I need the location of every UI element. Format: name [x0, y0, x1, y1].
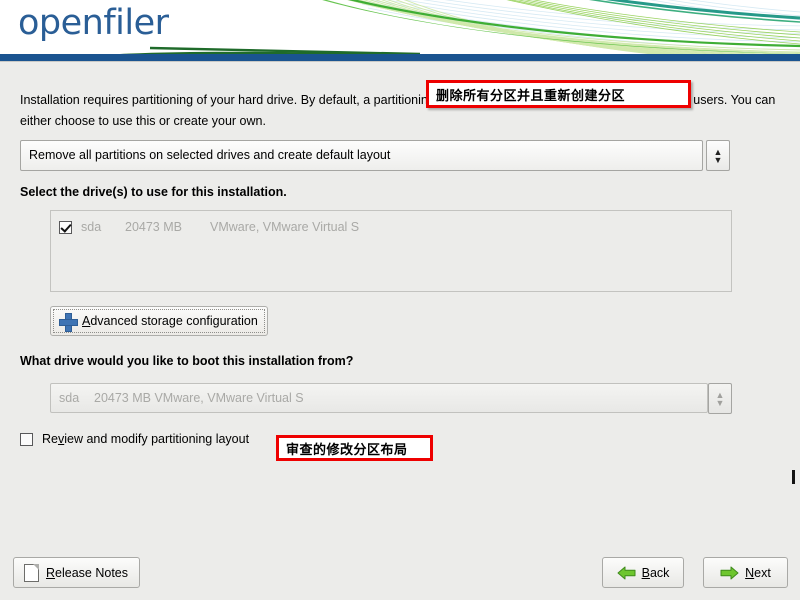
- partition-option-selected-label: Remove all partitions on selected drives…: [29, 148, 391, 162]
- next-label-rest: ext: [754, 565, 771, 580]
- drive-device: sda: [81, 220, 102, 234]
- back-label: Back: [642, 566, 670, 580]
- release-notes-mnemonic: R: [46, 565, 56, 580]
- boot-drive-combo[interactable]: sda 20473 MB VMware, VMware Virtual S: [50, 383, 708, 413]
- boot-section-title: What drive would you like to boot this i…: [20, 354, 354, 368]
- next-label: Next: [745, 566, 771, 580]
- next-button[interactable]: Next: [703, 557, 788, 588]
- arrow-right-icon: [720, 566, 739, 579]
- plus-icon: [59, 312, 78, 332]
- partition-option-row: Remove all partitions on selected drives…: [20, 140, 730, 171]
- release-notes-button[interactable]: Release Notes: [13, 557, 140, 588]
- drives-section-title: Select the drive(s) to use for this inst…: [20, 185, 287, 199]
- review-partitioning-row[interactable]: Review and modify partitioning layout: [20, 432, 249, 446]
- boot-drive-device: sda: [59, 391, 80, 405]
- advanced-storage-label-rest: dvanced storage configuration: [90, 314, 258, 328]
- advanced-storage-label: Advanced storage configuration: [82, 314, 258, 328]
- openfiler-logo: openfiler: [18, 3, 169, 43]
- review-partitioning-checkbox[interactable]: [20, 432, 33, 446]
- back-label-rest: ack: [649, 565, 670, 580]
- partition-option-combo[interactable]: Remove all partitions on selected drives…: [20, 140, 703, 171]
- drive-size: 20473 MB: [125, 220, 182, 234]
- review-label-rest: iew and modify partitioning layout: [64, 432, 250, 446]
- boot-drive-selected-label: sda 20473 MB VMware, VMware Virtual S: [59, 391, 304, 405]
- drive-model: VMware, VMware Virtual S: [210, 220, 360, 234]
- back-mnemonic: B: [641, 565, 650, 580]
- chevron-down-icon: ▼: [715, 397, 725, 408]
- back-button[interactable]: Back: [602, 557, 684, 588]
- boot-drive-row: sda 20473 MB VMware, VMware Virtual S ▲ ▼: [50, 383, 732, 414]
- document-icon: [24, 563, 39, 582]
- review-partitioning-label: Review and modify partitioning layout: [42, 432, 249, 446]
- annotation-partition-layout: 删除所有分区并且重新创建分区: [426, 80, 691, 108]
- boot-drive-detail: 20473 MB VMware, VMware Virtual S: [94, 391, 304, 405]
- advanced-storage-configuration-button[interactable]: Advanced storage configuration: [50, 306, 268, 336]
- header-divider-bar: [0, 54, 800, 61]
- drive-checkbox-sda[interactable]: [59, 220, 72, 234]
- text-cursor-artifact: [792, 470, 795, 484]
- release-notes-label: Release Notes: [46, 566, 128, 580]
- next-mnemonic: N: [745, 565, 755, 580]
- review-label-before: Re: [42, 432, 58, 446]
- drive-selection-list[interactable]: sda 20473 MB VMware, VMware Virtual S: [50, 210, 732, 292]
- arrow-left-icon: [617, 566, 636, 579]
- boot-drive-spinner[interactable]: ▲ ▼: [708, 383, 732, 414]
- installer-content-pane: Installation requires partitioning of yo…: [0, 62, 800, 600]
- chevron-down-icon: ▼: [713, 154, 723, 165]
- openfiler-installer-window: openfiler Installation requires partitio…: [0, 0, 800, 600]
- partition-option-spinner[interactable]: ▲ ▼: [706, 140, 730, 171]
- release-notes-label-rest: elease Notes: [55, 565, 128, 580]
- annotation-review-layout: 审查的修改分区布局: [276, 435, 433, 461]
- table-row[interactable]: sda 20473 MB VMware, VMware Virtual S: [59, 220, 359, 234]
- app-header: openfiler: [0, 0, 800, 54]
